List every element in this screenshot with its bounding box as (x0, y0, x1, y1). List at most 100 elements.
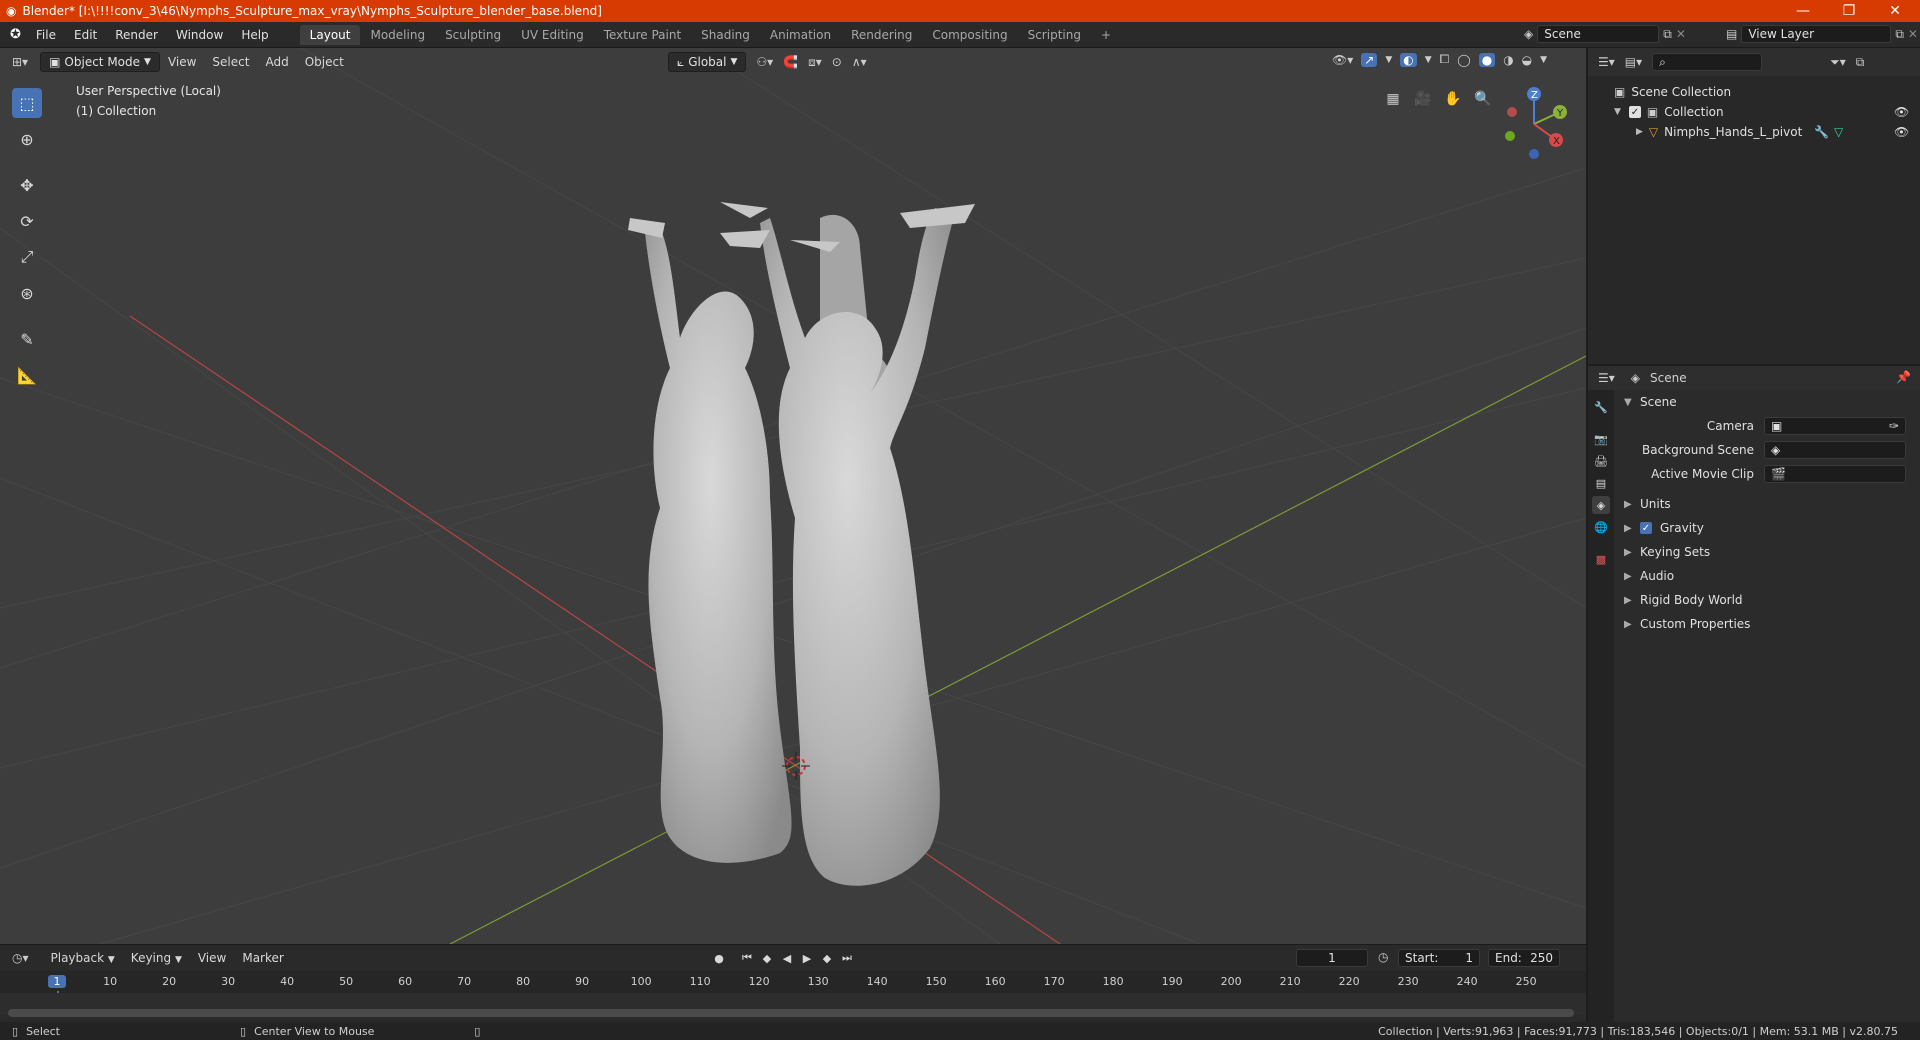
tab-scene-icon[interactable]: ◈ (1592, 496, 1610, 514)
tab-view-layer-icon[interactable]: ▤ (1592, 474, 1610, 492)
grid-view-icon[interactable]: ▦ (1380, 86, 1406, 112)
tab-modeling[interactable]: Modeling (360, 25, 435, 45)
tab-output-icon[interactable]: 🖨 (1592, 452, 1610, 470)
falloff-icon[interactable]: ∧▾ (852, 55, 867, 69)
outliner-search-input[interactable]: ⌕ (1652, 53, 1763, 71)
object-mode-dropdown[interactable]: ▣ Object Mode ▼ (40, 52, 160, 72)
prev-keyframe-icon[interactable]: ◆ (758, 949, 776, 967)
camera-field[interactable]: ▣ ✑ (1764, 417, 1906, 435)
pivot-point-icon[interactable]: ⚇▾ (756, 55, 773, 69)
menu-render[interactable]: Render (106, 28, 167, 42)
tab-uv-editing[interactable]: UV Editing (511, 25, 594, 45)
timeline-editor-icon[interactable]: ◷▾ (12, 951, 29, 965)
active-movie-clip-field[interactable]: 🎬 (1764, 465, 1906, 483)
outliner-row-object[interactable]: ▶ ▽ Nimphs_Hands_L_pivot 🔧 ▽ 👁 (1588, 122, 1920, 142)
eyedropper-icon[interactable]: ✑ (1889, 419, 1899, 433)
nymphs-sculpture-model[interactable] (628, 202, 975, 886)
collection-checkbox[interactable]: ✓ (1628, 106, 1641, 118)
end-frame-field[interactable]: End: 250 (1488, 949, 1560, 967)
tab-compositing[interactable]: Compositing (922, 25, 1017, 45)
close-button[interactable]: ✕ (1872, 0, 1918, 22)
display-mode-icon[interactable]: ▤▾ (1625, 55, 1642, 69)
annotate-tool[interactable]: ✎ (12, 324, 42, 354)
viewport-menu-object[interactable]: Object (297, 53, 352, 71)
visibility-eye-icon[interactable]: 👁 (1894, 105, 1909, 119)
current-frame-marker[interactable]: 1 (48, 975, 66, 988)
gravity-checkbox[interactable]: ✓ (1640, 522, 1652, 534)
expand-arrow-icon[interactable]: ▼ (1614, 107, 1621, 117)
menu-edit[interactable]: Edit (65, 28, 106, 42)
tab-animation[interactable]: Animation (760, 25, 841, 45)
properties-editor-icon[interactable]: ☰▾ (1598, 371, 1615, 385)
play-icon[interactable]: ▶ (798, 949, 816, 967)
tab-texture-paint[interactable]: Texture Paint (594, 25, 691, 45)
blender-menu-icon[interactable]: ✪ (10, 27, 21, 42)
new-view-layer-icon[interactable]: ⧉ (1895, 27, 1904, 42)
timeline-menu-marker[interactable]: Marker (234, 949, 291, 967)
play-reverse-icon[interactable]: ◀ (778, 949, 796, 967)
cursor-tool[interactable]: ⊕ (12, 124, 42, 154)
background-scene-field[interactable]: ◈ (1764, 441, 1906, 459)
jump-end-icon[interactable]: ⏭ (838, 949, 856, 967)
chevron-down-icon[interactable]: ▼ (1425, 55, 1432, 65)
viewport-menu-add[interactable]: Add (257, 53, 296, 71)
expand-arrow-icon[interactable]: ▶ (1636, 127, 1643, 137)
outliner-row-scene-collection[interactable]: ▣ Scene Collection (1588, 82, 1920, 102)
custom-properties-panel-header[interactable]: ▶ Custom Properties (1614, 612, 1920, 636)
rotate-tool[interactable]: ⟳ (12, 206, 42, 236)
wireframe-shading-icon[interactable]: ◯ (1457, 53, 1470, 67)
proportional-edit-icon[interactable]: ⊙ (832, 55, 842, 69)
timeline-menu-playback[interactable]: Playback ▼ (43, 949, 123, 967)
transform-orientation-dropdown[interactable]: ⟀ Global ▼ (668, 52, 747, 72)
mesh-data-icon[interactable]: ▽ (1834, 125, 1843, 139)
audio-panel-header[interactable]: ▶ Audio (1614, 564, 1920, 588)
pin-icon[interactable]: 📌 (1896, 370, 1911, 384)
start-frame-field[interactable]: Start: 1 (1398, 949, 1480, 967)
visibility-eye-icon[interactable]: 👁 (1894, 125, 1909, 139)
snap-target-icon[interactable]: ⧈▾ (808, 55, 822, 70)
tab-sculpting[interactable]: Sculpting (435, 25, 511, 45)
xray-toggle-icon[interactable]: ⧠ (1440, 52, 1450, 67)
new-scene-icon[interactable]: ⧉ (1663, 27, 1672, 42)
zoom-icon[interactable]: 🔍 (1470, 86, 1496, 112)
editor-type-icon[interactable]: ⊞▾ (12, 55, 28, 69)
new-collection-icon[interactable]: ⧉ (1856, 55, 1865, 70)
tab-world-icon[interactable]: 🌐 (1592, 518, 1610, 536)
rendered-shading-icon[interactable]: ◒ (1522, 53, 1532, 67)
current-frame-field[interactable]: 1 (1296, 949, 1368, 967)
chevron-down-icon[interactable]: ▼ (1540, 55, 1547, 65)
keying-sets-panel-header[interactable]: ▶ Keying Sets (1614, 540, 1920, 564)
gizmo-toggle-icon[interactable]: ↗ (1361, 52, 1378, 67)
tab-tool-icon[interactable]: 🔧 (1592, 398, 1610, 416)
snap-icon[interactable]: 🧲 (783, 55, 798, 69)
tab-shading[interactable]: Shading (691, 25, 760, 45)
next-keyframe-icon[interactable]: ◆ (818, 949, 836, 967)
units-panel-header[interactable]: ▶ Units (1614, 492, 1920, 516)
preview-range-icon[interactable]: ◷ (1378, 950, 1388, 964)
move-tool[interactable]: ✥ (12, 170, 42, 200)
tab-rendering[interactable]: Rendering (841, 25, 922, 45)
tab-texture-icon[interactable]: ▩ (1592, 550, 1610, 568)
jump-start-icon[interactable]: ⏮ (738, 949, 756, 967)
visibility-icon[interactable]: 👁▾ (1332, 53, 1353, 67)
delete-scene-icon[interactable]: ✕ (1676, 27, 1686, 41)
3d-viewport[interactable]: ⊞▾ ▣ Object Mode ▼ View Select Add Objec… (0, 48, 1586, 944)
timeline-scrollbar[interactable] (8, 1009, 1574, 1017)
frame-ruler[interactable]: 1 10 20 30 40 50 60 70 80 90 100 110 120 130 140 150 160… (0, 971, 1586, 1017)
timeline-menu-view[interactable]: View (190, 949, 234, 967)
select-box-tool[interactable]: ⬚ (12, 88, 42, 118)
view-layer-icon[interactable]: ▤ (1726, 27, 1737, 41)
menu-help[interactable]: Help (232, 28, 277, 42)
rigid-body-world-panel-header[interactable]: ▶ Rigid Body World (1614, 588, 1920, 612)
camera-view-icon[interactable]: 🎥 (1410, 86, 1436, 112)
delete-view-layer-icon[interactable]: ✕ (1908, 27, 1918, 41)
solid-shading-icon[interactable]: ● (1478, 52, 1496, 67)
menu-window[interactable]: Window (167, 28, 232, 42)
add-workspace-button[interactable]: + (1091, 25, 1121, 45)
gravity-panel-header[interactable]: ▶ ✓ Gravity (1614, 516, 1920, 540)
minimize-button[interactable]: — (1780, 0, 1826, 22)
pan-hand-icon[interactable]: ✋ (1440, 86, 1466, 112)
viewport-menu-select[interactable]: Select (204, 53, 257, 71)
navigation-gizmo[interactable]: Z Y X (1496, 84, 1570, 168)
outliner-editor-icon[interactable]: ☰▾ (1598, 55, 1615, 69)
